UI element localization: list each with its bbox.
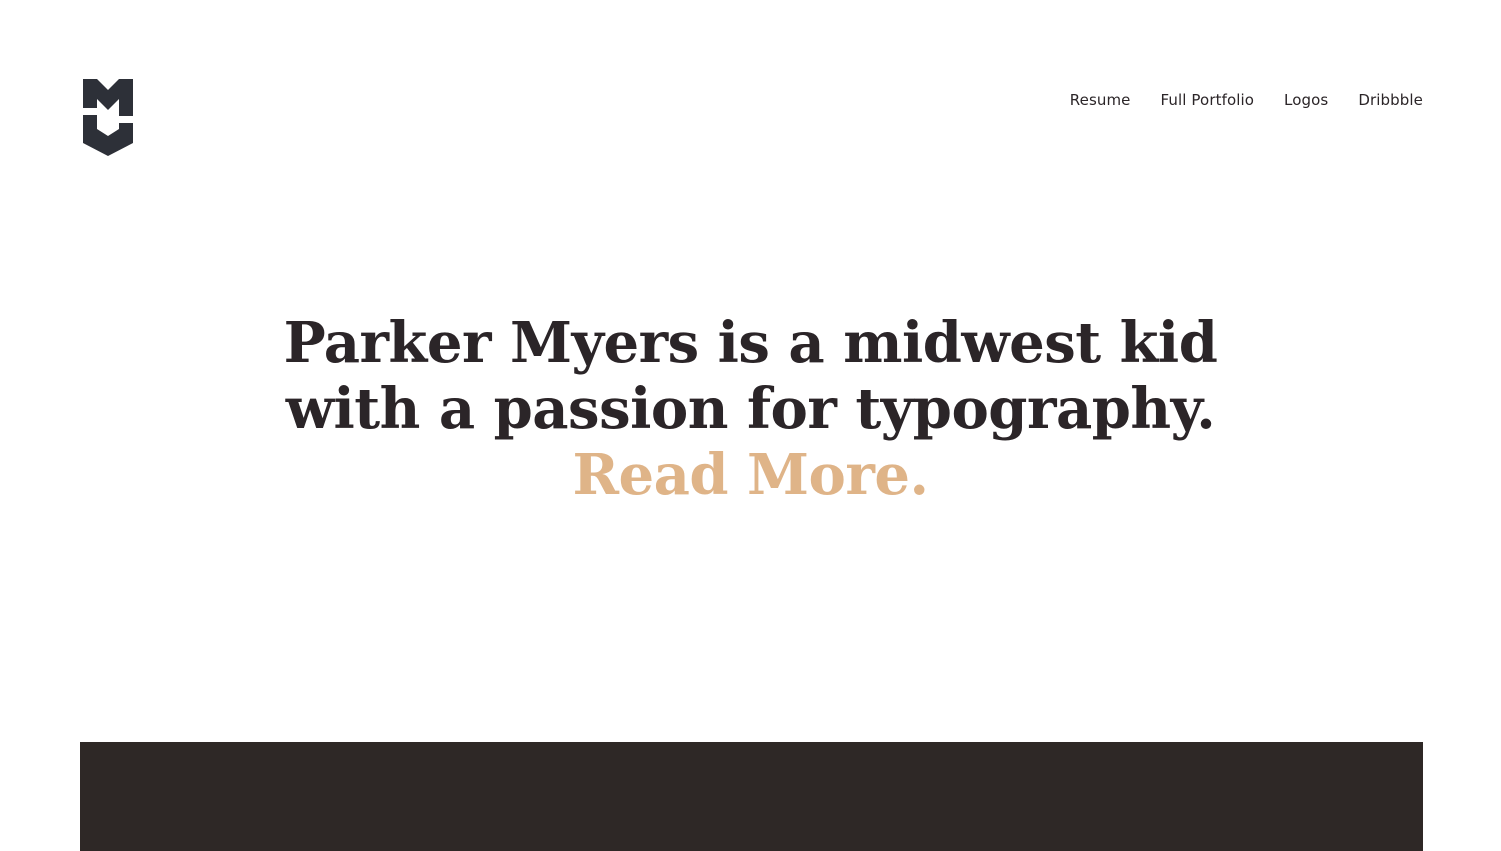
home-logo-link[interactable] bbox=[81, 78, 135, 158]
hero-headline-line-2: with a passion for typography. bbox=[285, 376, 1216, 442]
featured-work-panel bbox=[80, 742, 1423, 851]
nav-dribbble[interactable]: Dribbble bbox=[1358, 90, 1423, 110]
read-more-link[interactable]: Read More. bbox=[572, 442, 929, 508]
hero-headline-line-1: Parker Myers is a midwest kid bbox=[283, 310, 1218, 376]
nav-resume[interactable]: Resume bbox=[1070, 90, 1131, 110]
nav-full-portfolio[interactable]: Full Portfolio bbox=[1161, 90, 1255, 110]
hero: Parker Myers is a midwest kid with a pas… bbox=[0, 310, 1501, 508]
nav-logos[interactable]: Logos bbox=[1284, 90, 1328, 110]
mk-monogram-logo-icon bbox=[83, 79, 133, 156]
main-nav: Resume Full Portfolio Logos Dribbble bbox=[1070, 90, 1423, 110]
